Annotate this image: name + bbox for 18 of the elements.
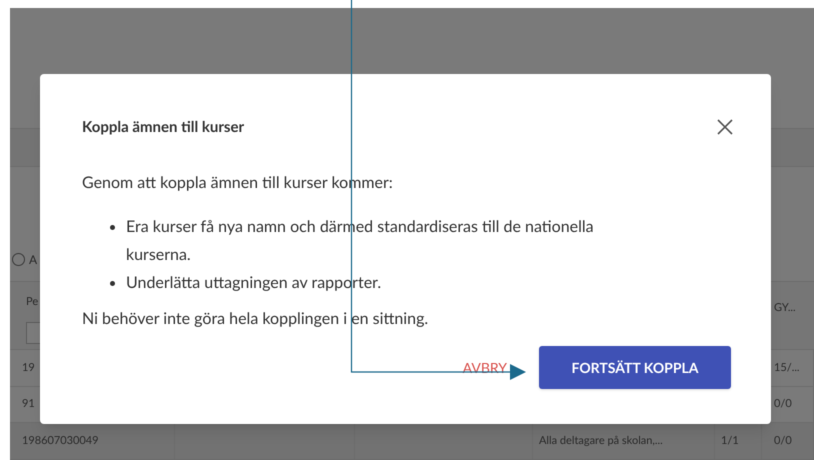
bullet-icon: [110, 224, 115, 230]
bullet-icon: [110, 280, 115, 286]
radio-label: A: [29, 250, 38, 269]
column-header: Pe: [26, 294, 38, 310]
table-cell-text: 19: [22, 360, 35, 376]
continue-button[interactable]: FORTSÄTT KOPPLA: [539, 346, 731, 388]
table-cell-text: 1/1: [721, 432, 739, 449]
radio-button[interactable]: [12, 253, 25, 266]
table-cell-text: 91: [22, 396, 35, 412]
close-icon[interactable]: [717, 119, 733, 136]
table-cell-text: 0/0: [774, 396, 792, 412]
column-header: GY...: [774, 300, 796, 314]
table-cell-text: Alla deltagare på skolan,...: [539, 432, 663, 449]
table-cell-text: 15/...: [774, 360, 800, 376]
table-cell-text: 198607030049: [22, 432, 99, 449]
table-cell-text: 0/0: [774, 432, 792, 449]
note-text: Ni behöver inte göra hela kopplingen i en sittning.: [82, 308, 430, 330]
dialog-title: Koppla ämnen till kurser: [82, 117, 244, 138]
